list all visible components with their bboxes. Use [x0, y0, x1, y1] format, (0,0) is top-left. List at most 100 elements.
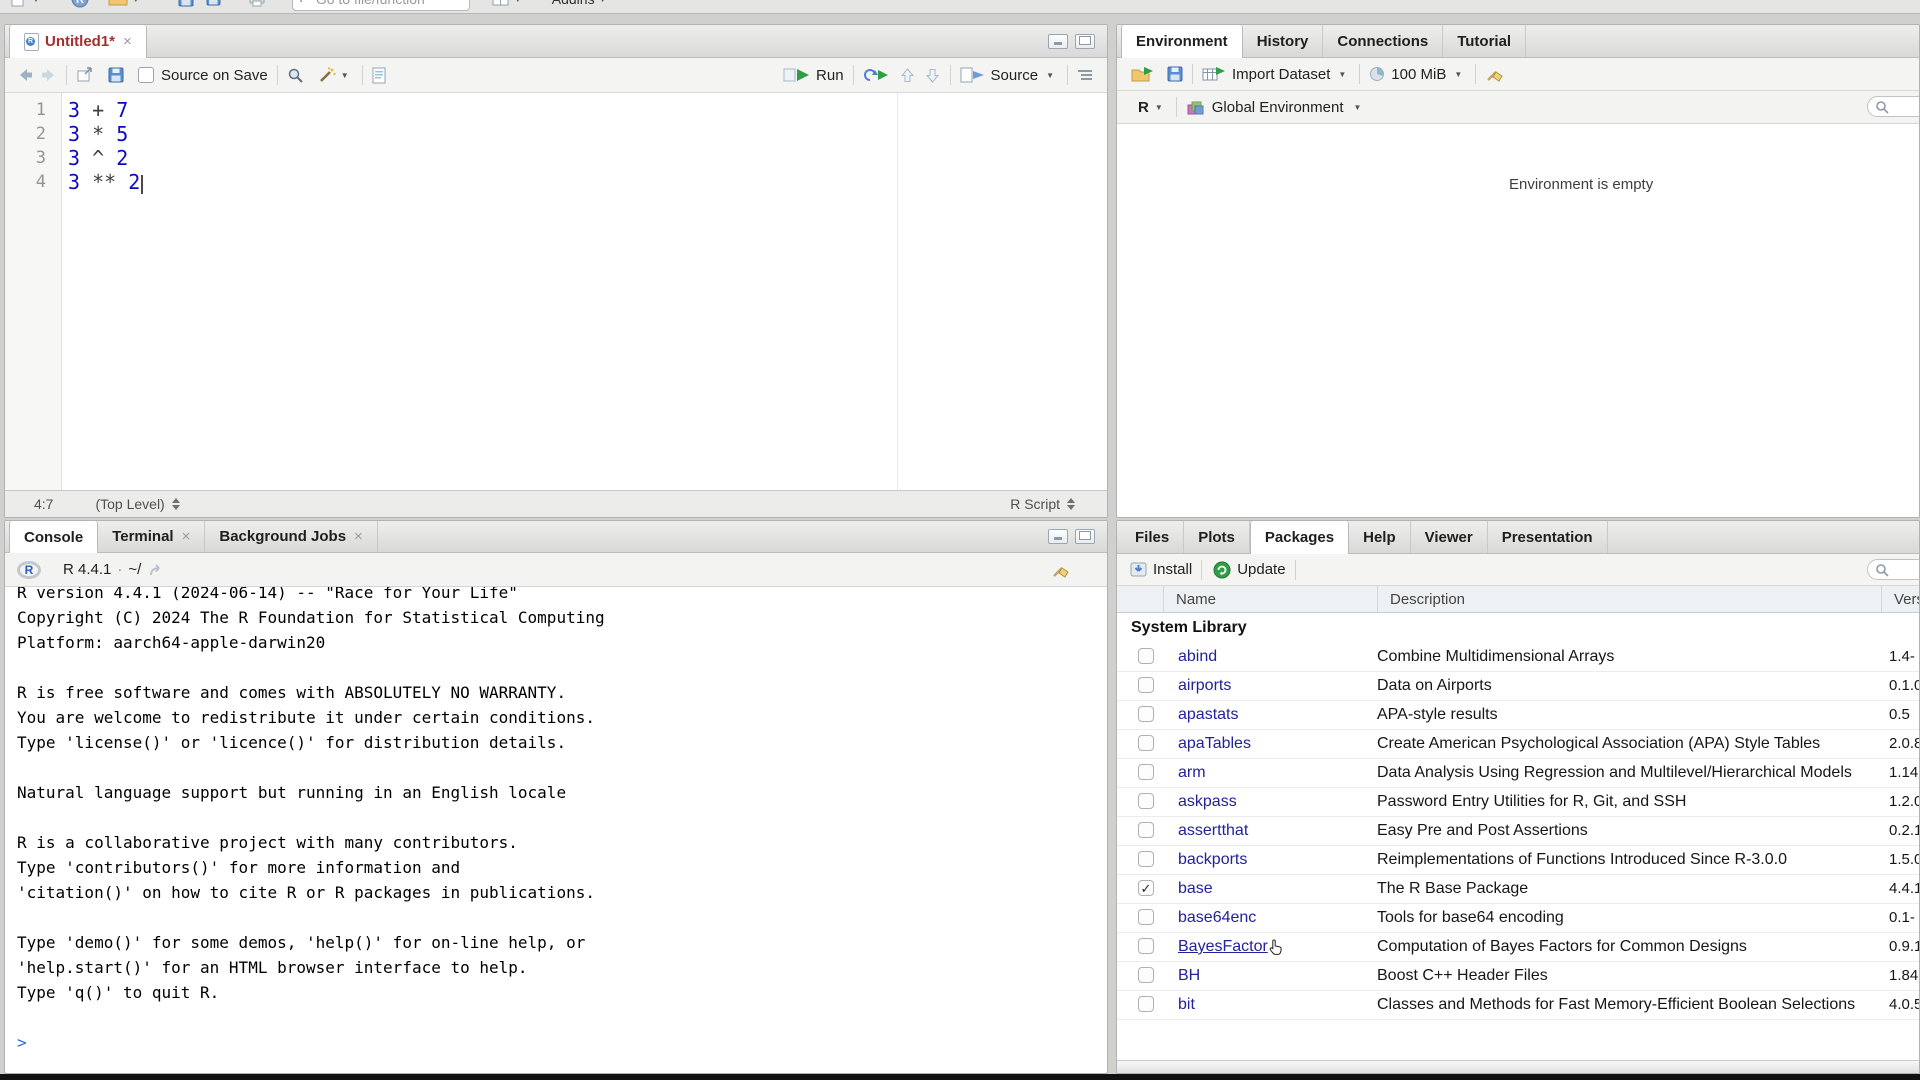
code-tools-dropdown-icon[interactable]: ▼ — [341, 71, 349, 80]
source-tab-untitled1[interactable]: R Untitled1* × — [9, 25, 147, 58]
next-chunk-icon[interactable] — [924, 67, 941, 84]
close-icon[interactable]: × — [354, 529, 363, 544]
code-line[interactable]: 3 * 5 — [68, 122, 143, 146]
save-icon[interactable] — [178, 0, 194, 7]
column-version[interactable]: Version — [1881, 586, 1919, 612]
import-dataset-button[interactable]: Import Dataset — [1232, 66, 1330, 83]
back-icon[interactable] — [17, 67, 34, 83]
addins-dropdown-icon[interactable]: ▼ — [599, 0, 607, 4]
prev-chunk-icon[interactable] — [899, 67, 916, 84]
packages-search-input[interactable] — [1867, 559, 1920, 580]
package-name-link[interactable]: base — [1163, 879, 1213, 899]
package-checkbox[interactable] — [1138, 706, 1154, 722]
tab-terminal[interactable]: Terminal× — [98, 521, 205, 552]
file-type-selector[interactable]: R Script — [1010, 496, 1060, 512]
package-name-link[interactable]: assertthat — [1163, 821, 1248, 841]
horizontal-scrollbar[interactable] — [1117, 1060, 1919, 1073]
install-button[interactable]: Install — [1130, 561, 1192, 578]
rerun-icon[interactable] — [863, 67, 889, 83]
source-dropdown-icon[interactable]: ▼ — [1046, 71, 1054, 80]
memory-dropdown-icon[interactable]: ▼ — [1454, 70, 1462, 79]
code-line[interactable]: 3 ** 2 — [68, 170, 143, 194]
clear-console-icon[interactable] — [1051, 561, 1071, 579]
clear-workspace-icon[interactable] — [1485, 65, 1505, 83]
package-checkbox[interactable] — [1138, 764, 1154, 780]
file-type-spinner-icon[interactable] — [1067, 498, 1075, 510]
r-engine-selector[interactable]: R — [1138, 99, 1149, 116]
addins-button[interactable]: Addins — [552, 0, 595, 7]
global-environment-selector[interactable]: Global Environment — [1212, 99, 1344, 116]
popout-icon[interactable] — [76, 67, 94, 83]
source-doc-icon[interactable] — [960, 67, 986, 83]
new-file-icon[interactable] — [10, 0, 26, 9]
save-workspace-icon[interactable] — [1167, 66, 1183, 82]
package-name-link[interactable]: arm — [1163, 763, 1206, 783]
document-outline-icon[interactable] — [1077, 68, 1093, 82]
console-popout-icon[interactable] — [149, 563, 165, 577]
save-all-icon[interactable] — [206, 0, 224, 7]
environment-search-input[interactable] — [1867, 96, 1920, 117]
tab-connections[interactable]: Connections — [1323, 25, 1443, 57]
package-checkbox[interactable] — [1138, 996, 1154, 1012]
console-prompt[interactable]: > — [17, 1030, 1107, 1055]
package-checkbox[interactable] — [1138, 793, 1154, 809]
package-name-link[interactable]: BayesFactor — [1163, 937, 1268, 957]
tab-presentation[interactable]: Presentation — [1488, 521, 1608, 553]
minimize-icon[interactable] — [1048, 529, 1068, 544]
package-checkbox[interactable] — [1138, 735, 1154, 751]
tab-viewer[interactable]: Viewer — [1411, 521, 1488, 553]
column-description[interactable]: Description — [1377, 586, 1881, 612]
package-name-link[interactable]: BH — [1163, 966, 1200, 986]
update-button[interactable]: Update — [1213, 561, 1285, 579]
new-file-dropdown-icon[interactable]: ▼ — [32, 0, 40, 4]
r-engine-dropdown-icon[interactable]: ▼ — [1155, 103, 1163, 112]
import-dataset-dropdown-icon[interactable]: ▼ — [1338, 70, 1346, 79]
tab-history[interactable]: History — [1243, 25, 1324, 57]
maximize-icon[interactable] — [1075, 34, 1095, 49]
code-line[interactable]: 3 ^ 2 — [68, 146, 143, 170]
code-tools-wand-icon[interactable] — [317, 67, 337, 84]
open-file-dropdown-icon[interactable]: ▼ — [132, 0, 140, 4]
pane-layout-icon[interactable] — [492, 0, 510, 7]
package-name-link[interactable]: base64enc — [1163, 908, 1256, 928]
package-checkbox[interactable] — [1138, 648, 1154, 664]
console-output[interactable]: R version 4.4.1 (2024-06-14) -- "Race fo… — [5, 587, 1107, 1073]
package-name-link[interactable]: backports — [1163, 850, 1247, 870]
memory-usage-button[interactable]: 100 MiB — [1391, 66, 1446, 83]
scope-selector[interactable]: (Top Level) — [95, 496, 164, 512]
tab-help[interactable]: Help — [1349, 521, 1411, 553]
package-checkbox[interactable] — [1138, 938, 1154, 954]
global-environment-dropdown-icon[interactable]: ▼ — [1354, 103, 1362, 112]
code-area[interactable]: 3 + 73 * 53 ^ 23 ** 2 — [62, 93, 143, 490]
source-button[interactable]: Source — [991, 67, 1039, 84]
console-working-dir[interactable]: ~/ — [128, 561, 141, 578]
package-checkbox[interactable] — [1138, 677, 1154, 693]
compile-report-icon[interactable] — [372, 67, 387, 84]
save-icon[interactable] — [108, 67, 124, 83]
tab-environment[interactable]: Environment — [1121, 25, 1243, 58]
tab-background-jobs[interactable]: Background Jobs× — [205, 521, 377, 552]
package-checkbox[interactable] — [1138, 851, 1154, 867]
package-name-link[interactable]: apaTables — [1163, 734, 1251, 754]
tab-plots[interactable]: Plots — [1184, 521, 1250, 553]
run-icon[interactable] — [783, 67, 811, 83]
scope-spinner-icon[interactable] — [172, 498, 180, 510]
package-name-link[interactable]: askpass — [1163, 792, 1237, 812]
goto-file-input[interactable]: Go to file/function — [292, 0, 470, 11]
open-file-icon[interactable] — [108, 0, 128, 7]
package-checkbox[interactable] — [1138, 967, 1154, 983]
package-checkbox[interactable] — [1138, 909, 1154, 925]
open-workspace-icon[interactable] — [1131, 66, 1155, 83]
close-icon[interactable]: × — [182, 529, 191, 544]
pane-layout-dropdown-icon[interactable]: ▼ — [514, 0, 522, 4]
code-line[interactable]: 3 + 7 — [68, 98, 143, 122]
maximize-icon[interactable] — [1075, 529, 1095, 544]
new-project-icon[interactable]: R — [70, 0, 90, 9]
import-dataset-icon[interactable] — [1202, 66, 1226, 82]
tab-files[interactable]: Files — [1121, 521, 1184, 553]
package-checkbox[interactable]: ✓ — [1138, 880, 1154, 896]
print-icon[interactable] — [248, 0, 266, 7]
close-icon[interactable]: × — [123, 34, 132, 49]
tab-packages[interactable]: Packages — [1250, 521, 1349, 554]
column-name[interactable]: Name — [1163, 586, 1377, 612]
